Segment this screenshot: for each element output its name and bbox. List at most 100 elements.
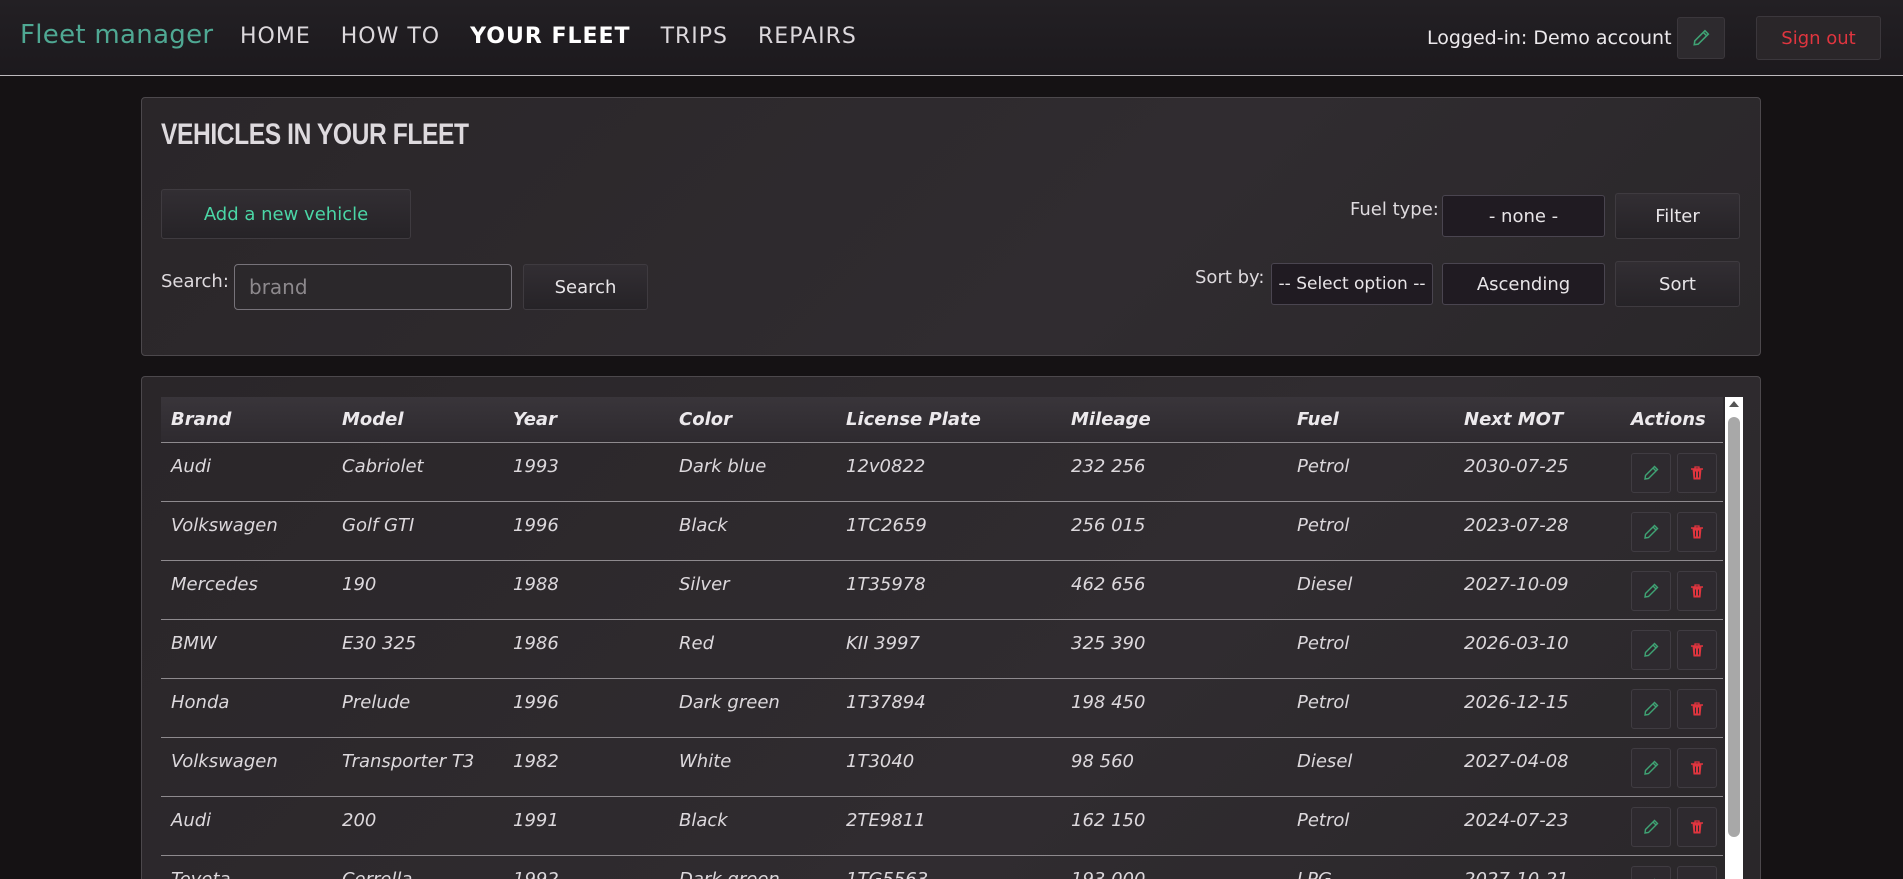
trash-icon (1691, 524, 1703, 538)
sign-out-button[interactable]: Sign out (1756, 16, 1881, 60)
sort-by-select[interactable]: -- Select option -- (1271, 263, 1433, 305)
cell-brand: Toyota (161, 855, 332, 879)
cell-next-mot: 2027-10-09 (1454, 560, 1621, 620)
row-actions (1631, 806, 1723, 847)
cell-actions (1621, 442, 1723, 502)
nav-home[interactable]: HOME (240, 24, 311, 49)
table-row: Volkswagen Golf GTI 1996 Black 1TC2659 256 01… (161, 501, 1723, 561)
cell-year: 1986 (503, 619, 669, 679)
scroll-thumb[interactable] (1728, 417, 1740, 837)
nav-trips[interactable]: TRIPS (661, 24, 728, 49)
delete-vehicle-button[interactable] (1677, 452, 1717, 493)
column-header-license-plate[interactable]: License Plate (836, 397, 1061, 443)
column-header-model[interactable]: Model (332, 397, 503, 443)
column-header-year[interactable]: Year (503, 397, 669, 443)
edit-vehicle-button[interactable] (1631, 511, 1671, 552)
delete-vehicle-button[interactable] (1677, 688, 1717, 729)
table-row: Volkswagen Transporter T3 1982 White 1T3040 9… (161, 737, 1723, 797)
nav-repairs[interactable]: REPAIRS (758, 24, 857, 49)
edit-vehicle-button[interactable] (1631, 452, 1671, 493)
cell-next-mot: 2027-10-21 (1454, 855, 1621, 879)
fuel-type-select[interactable]: - none - (1442, 195, 1605, 237)
cell-model: Prelude (332, 678, 503, 738)
column-header-mileage[interactable]: Mileage (1061, 397, 1287, 443)
add-vehicle-button[interactable]: Add a new vehicle (161, 189, 411, 239)
search-button[interactable]: Search (523, 264, 648, 310)
page-title: VEHICLES IN YOUR FLEET (161, 118, 469, 151)
cell-actions (1621, 737, 1723, 797)
cell-fuel: Diesel (1287, 560, 1454, 620)
cell-actions (1621, 560, 1723, 620)
cell-color: Black (669, 501, 836, 561)
cell-color: Dark green (669, 678, 836, 738)
cell-fuel: Petrol (1287, 678, 1454, 738)
delete-vehicle-button[interactable] (1677, 747, 1717, 788)
pencil-icon (1644, 642, 1659, 657)
table-row: Honda Prelude 1996 Dark green 1T37894 198 450… (161, 678, 1723, 738)
cell-mileage: 256 015 (1061, 501, 1287, 561)
cell-model: Corrolla (332, 855, 503, 879)
cell-brand: Audi (161, 796, 332, 856)
column-header-next-mot[interactable]: Next MOT (1454, 397, 1621, 443)
cell-year: 1993 (503, 442, 669, 502)
edit-account-button[interactable] (1677, 17, 1725, 59)
delete-vehicle-button[interactable] (1677, 806, 1717, 847)
edit-vehicle-button[interactable] (1631, 688, 1671, 729)
cell-brand: BMW (161, 619, 332, 679)
sort-order-select[interactable]: Ascending (1442, 263, 1605, 305)
table-row: BMW E30 325 1986 Red KII 3997 325 390 Petrol 20… (161, 619, 1723, 679)
delete-vehicle-button[interactable] (1677, 629, 1717, 670)
cell-color: Dark green (669, 855, 836, 879)
delete-vehicle-button[interactable] (1677, 865, 1717, 879)
column-header-color[interactable]: Color (669, 397, 836, 443)
delete-vehicle-button[interactable] (1677, 570, 1717, 611)
cell-mileage: 198 450 (1061, 678, 1287, 738)
scroll-up-arrow-icon[interactable] (1729, 401, 1739, 407)
row-actions (1631, 511, 1723, 552)
table-scroll-area[interactable]: Brand Model Year Color License Plate Mil… (161, 397, 1723, 879)
cell-brand: Volkswagen (161, 737, 332, 797)
cell-next-mot: 2027-04-08 (1454, 737, 1621, 797)
cell-year: 1988 (503, 560, 669, 620)
cell-license-plate: 1T3040 (836, 737, 1061, 797)
edit-vehicle-button[interactable] (1631, 570, 1671, 611)
top-navbar: Fleet manager HOME HOW TO YOUR FLEET TRI… (0, 0, 1903, 76)
pencil-icon (1644, 524, 1659, 539)
sort-button[interactable]: Sort (1615, 261, 1740, 307)
nav-your-fleet[interactable]: YOUR FLEET (470, 24, 630, 49)
cell-color: Dark blue (669, 442, 836, 502)
cell-mileage: 98 560 (1061, 737, 1287, 797)
cell-license-plate: KII 3997 (836, 619, 1061, 679)
column-header-fuel[interactable]: Fuel (1287, 397, 1454, 443)
cell-mileage: 325 390 (1061, 619, 1287, 679)
edit-vehicle-button[interactable] (1631, 806, 1671, 847)
edit-vehicle-button[interactable] (1631, 747, 1671, 788)
cell-license-plate: 12v0822 (836, 442, 1061, 502)
cell-year: 1996 (503, 501, 669, 561)
cell-mileage: 462 656 (1061, 560, 1287, 620)
brand-logo[interactable]: Fleet manager (20, 20, 213, 50)
nav-how-to[interactable]: HOW TO (341, 24, 440, 49)
cell-fuel: Petrol (1287, 442, 1454, 502)
column-header-brand[interactable]: Brand (161, 397, 332, 443)
edit-vehicle-button[interactable] (1631, 629, 1671, 670)
cell-color: White (669, 737, 836, 797)
pencil-icon (1693, 29, 1710, 46)
filter-button[interactable]: Filter (1615, 193, 1740, 239)
cell-fuel: Diesel (1287, 737, 1454, 797)
cell-actions (1621, 619, 1723, 679)
delete-vehicle-button[interactable] (1677, 511, 1717, 552)
table-scrollbar[interactable] (1725, 397, 1743, 879)
cell-license-plate: 1T37894 (836, 678, 1061, 738)
cell-year: 1982 (503, 737, 669, 797)
vehicles-table-panel: Brand Model Year Color License Plate Mil… (141, 376, 1761, 879)
cell-model: Transporter T3 (332, 737, 503, 797)
pencil-icon (1644, 819, 1659, 834)
edit-vehicle-button[interactable] (1631, 865, 1671, 879)
table-row: Mercedes 190 1988 Silver 1T35978 462 656 Diese… (161, 560, 1723, 620)
trash-icon (1691, 583, 1703, 597)
cell-year: 1991 (503, 796, 669, 856)
search-input[interactable] (234, 264, 512, 310)
cell-next-mot: 2030-07-25 (1454, 442, 1621, 502)
cell-fuel: Petrol (1287, 619, 1454, 679)
